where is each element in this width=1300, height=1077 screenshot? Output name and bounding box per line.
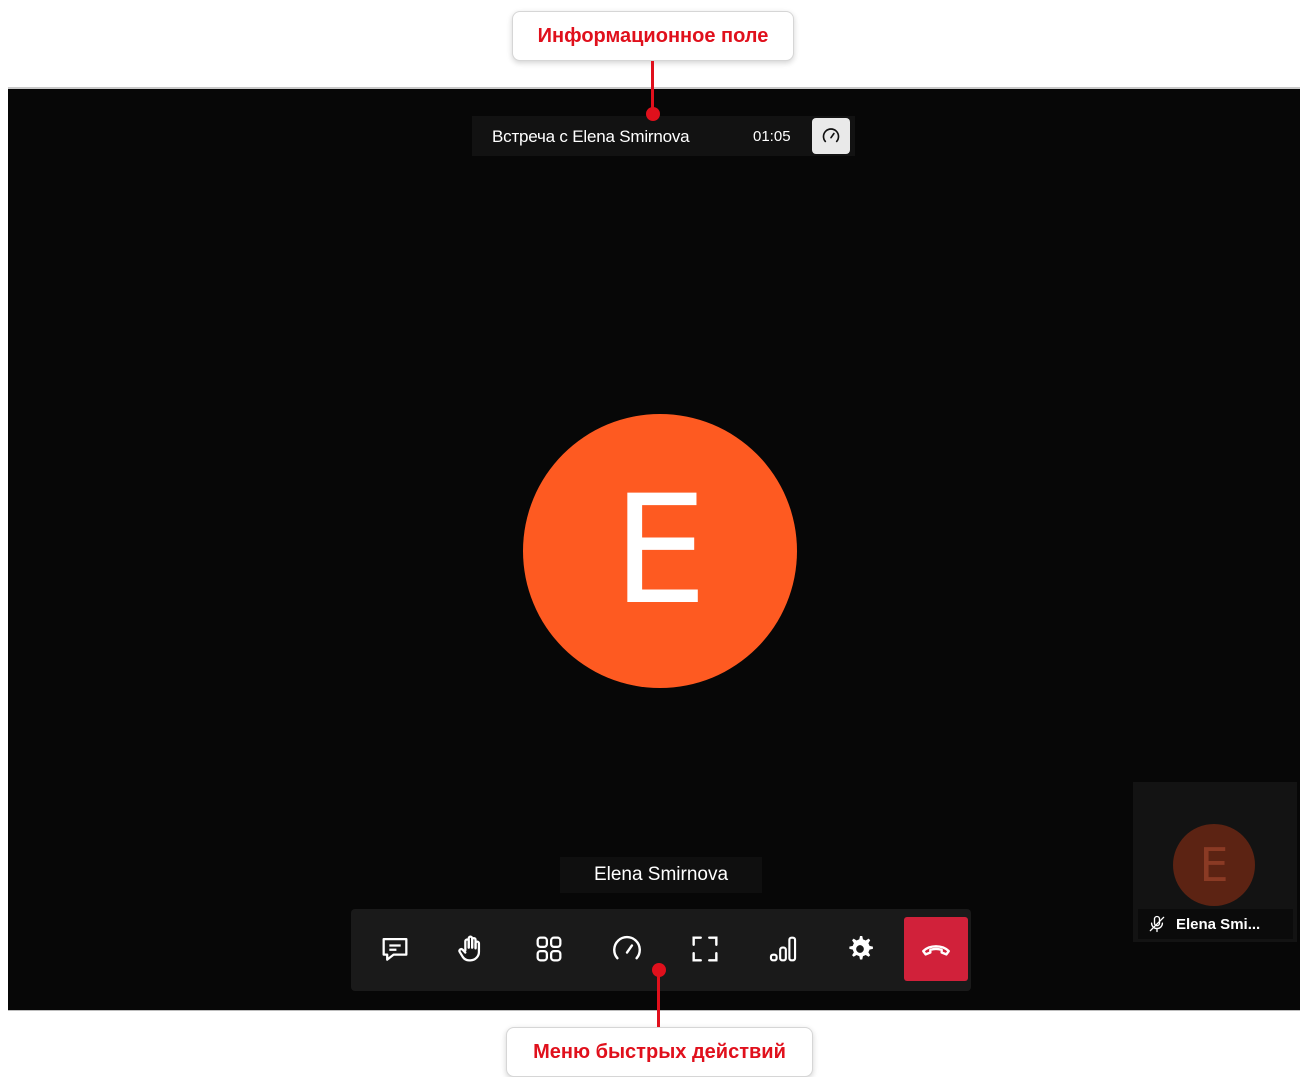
quick-actions-toolbar [351,909,971,991]
hang-up-button[interactable] [904,917,968,981]
info-field-callout: Информационное поле [512,11,794,61]
hand-icon [458,935,481,962]
self-view-initial: E [1199,838,1229,892]
quick-actions-callout-label: Меню быстрых действий [533,1040,786,1063]
main-participant-avatar: E [523,414,797,688]
raise-hand-button[interactable] [439,917,503,981]
main-participant-name: Elena Smirnova [560,857,762,893]
quick-actions-leader-line [657,970,660,1027]
layout-grid-button[interactable] [517,917,581,981]
speedometer-icon [822,128,840,143]
connection-speed-button[interactable] [595,917,659,981]
meeting-title: Встреча с Elena Smirnova [492,127,690,146]
info-field-callout-label: Информационное поле [537,24,769,47]
call-timer: 01:05 [753,128,791,145]
signal-quality-button[interactable] [751,917,815,981]
info-field-pointer-dot [646,107,660,121]
fullscreen-button[interactable] [673,917,737,981]
self-view-name-bar: Elena Smi... [1138,909,1293,939]
quick-actions-pointer-dot [652,963,666,977]
settings-button[interactable] [828,917,892,981]
speedometer-icon [613,935,641,960]
connection-speed-indicator-button[interactable] [812,118,850,154]
chat-bubble-icon [382,937,408,961]
info-bar: Встреча с Elena Smirnova 01:05 [472,116,855,156]
signal-bars-icon [769,936,797,962]
grid-icon [536,936,562,962]
quick-actions-callout: Меню быстрых действий [506,1027,813,1077]
self-view-tile[interactable]: E Elena Smi... [1133,782,1297,942]
fullscreen-icon [692,936,718,962]
self-view-avatar: E [1173,824,1255,906]
chat-button[interactable] [363,917,427,981]
phone-hangup-icon [922,945,950,956]
mic-muted-icon [1149,915,1165,933]
self-view-name: Elena Smi... [1176,915,1261,933]
main-participant-initial: E [612,464,708,638]
gear-icon [849,935,873,960]
video-stage: Встреча с Elena Smirnova 01:05 E Elena S… [8,87,1300,1011]
